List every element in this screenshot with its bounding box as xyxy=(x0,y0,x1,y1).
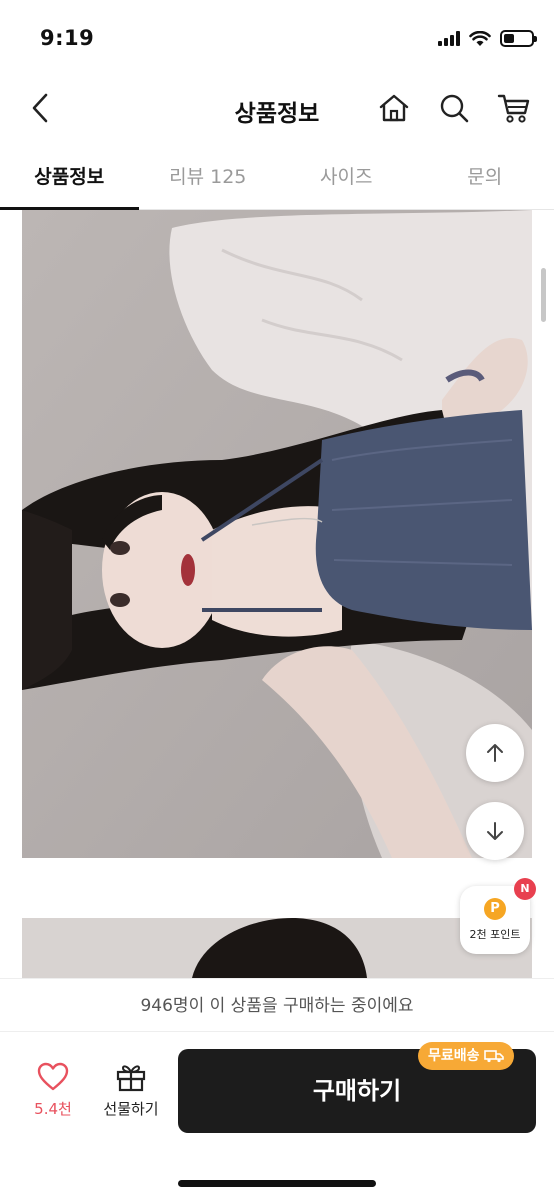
gift-button[interactable]: 선물하기 xyxy=(98,1062,164,1119)
bottom-action-bar: 5.4천 선물하기 구매하기 무료배송 xyxy=(0,1032,554,1200)
points-label: 2천 포인트 xyxy=(469,928,521,941)
status-time: 9:19 xyxy=(40,26,95,50)
wifi-icon xyxy=(469,30,491,46)
like-button[interactable]: 5.4천 xyxy=(28,1062,78,1119)
heart-icon xyxy=(37,1062,69,1091)
like-count: 5.4천 xyxy=(34,1100,72,1118)
detail-tabs: 상품정보 리뷰 125 사이즈 문의 xyxy=(0,144,554,210)
scroll-down-button[interactable] xyxy=(466,802,524,860)
tab-size[interactable]: 사이즈 xyxy=(277,144,416,209)
product-photo-next xyxy=(22,918,532,978)
purchase-notice: 946명이 이 상품을 구매하는 중이에요 xyxy=(0,978,554,1032)
product-photo xyxy=(22,210,532,858)
scroll-up-button[interactable] xyxy=(466,724,524,782)
arrow-down-icon xyxy=(487,822,503,840)
free-shipping-badge: 무료배송 xyxy=(418,1042,514,1070)
home-indicator xyxy=(178,1180,376,1187)
gift-label: 선물하기 xyxy=(103,1100,159,1118)
home-icon[interactable] xyxy=(374,88,414,128)
status-bar: 9:19 xyxy=(0,0,554,72)
back-arrow-icon[interactable] xyxy=(26,90,56,126)
new-badge: N xyxy=(514,878,536,900)
tab-inquiry[interactable]: 문의 xyxy=(416,144,554,209)
scrollbar[interactable] xyxy=(541,268,546,322)
top-header: 상품정보 xyxy=(0,72,554,144)
signal-icon xyxy=(438,31,460,46)
arrow-up-icon xyxy=(487,744,503,762)
tab-product-info[interactable]: 상품정보 xyxy=(0,144,139,210)
points-floating-button[interactable]: P 2천 포인트 N xyxy=(460,878,536,954)
points-coin-icon: P xyxy=(484,898,506,920)
search-icon[interactable] xyxy=(434,88,474,128)
cart-icon[interactable] xyxy=(494,88,534,128)
free-shipping-label: 무료배송 xyxy=(428,1048,480,1064)
truck-icon xyxy=(483,1050,504,1063)
battery-icon xyxy=(500,30,537,47)
tab-reviews[interactable]: 리뷰 125 xyxy=(139,144,278,209)
gift-icon xyxy=(116,1065,146,1092)
status-icons xyxy=(438,30,537,47)
